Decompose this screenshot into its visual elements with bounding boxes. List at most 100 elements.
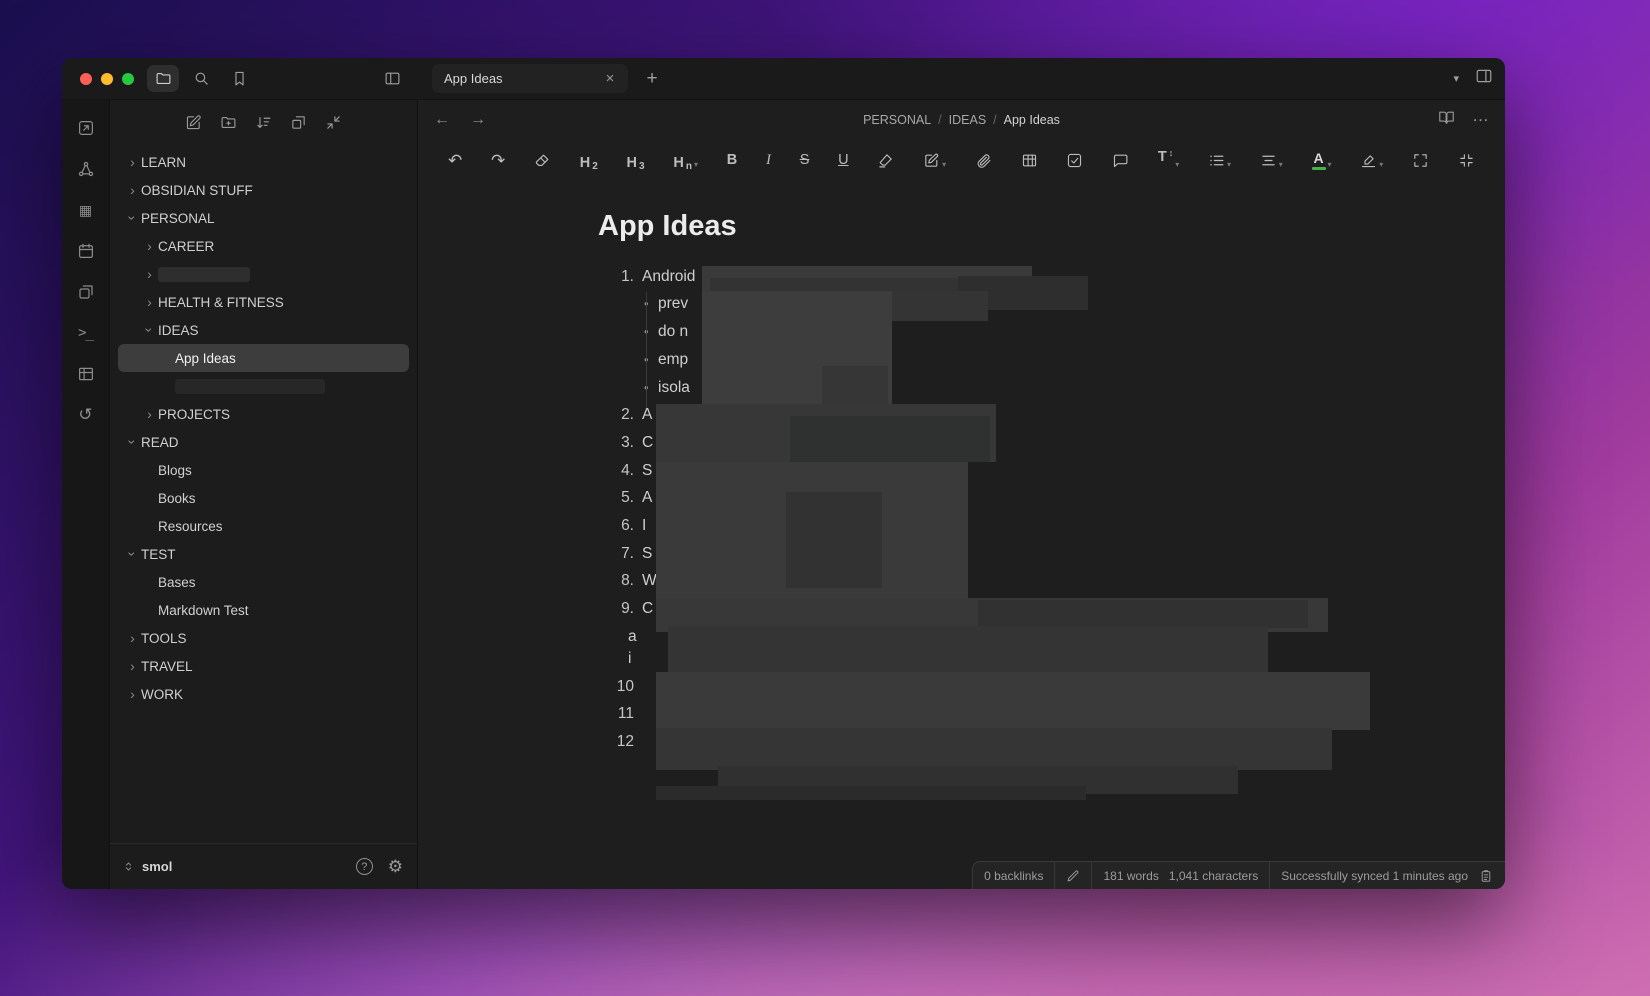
insert-table-icon[interactable] — [1021, 150, 1038, 170]
tree-file-app-ideas[interactable]: App Ideas — [118, 344, 409, 372]
tree-folder-learn[interactable]: ›LEARN — [118, 148, 409, 176]
tree-folder-personal[interactable]: ›PERSONAL — [118, 204, 409, 232]
tree-file-blogs[interactable]: Blogs — [118, 456, 409, 484]
sync-status: Successfully synced 1 minutes ago — [1270, 862, 1479, 889]
tab-close-icon[interactable]: × — [601, 70, 619, 87]
maximize-icon[interactable] — [1412, 150, 1429, 170]
highlighter-icon[interactable] — [877, 150, 894, 170]
new-tab-button[interactable]: + — [640, 68, 664, 90]
bookmarks-tab-button[interactable] — [223, 65, 255, 92]
caret-down-icon: ▾ — [1227, 161, 1231, 169]
vault-name: smol — [142, 859, 172, 874]
editor-pane: ← → PERSONAL/IDEAS/App Ideas … ↶ ↷ — [418, 100, 1505, 889]
search-tab-button[interactable] — [185, 65, 217, 92]
tree-folder-ideas[interactable]: ›IDEAS — [118, 316, 409, 344]
editor-header: ← → PERSONAL/IDEAS/App Ideas … — [418, 100, 1505, 140]
tree-folder-redacted[interactable]: › — [118, 260, 409, 288]
tree-folder-career[interactable]: ›CAREER — [118, 232, 409, 260]
tree-folder-travel[interactable]: ›TRAVEL — [118, 652, 409, 680]
toggle-left-sidebar-button[interactable] — [376, 65, 408, 92]
tree-file-books[interactable]: Books — [118, 484, 409, 512]
settings-gear-icon[interactable]: ⚙ — [388, 857, 403, 877]
attachment-icon[interactable] — [975, 150, 992, 170]
font-color-swatch — [1312, 167, 1326, 170]
backlinks-count[interactable]: 0 backlinks — [973, 862, 1054, 889]
card-layout-icon[interactable] — [290, 113, 308, 131]
insert-template-icon[interactable]: ▾ — [923, 150, 946, 170]
breadcrumb-personal[interactable]: PERSONAL — [863, 113, 931, 127]
chevron-right-icon: › — [124, 183, 141, 197]
chevron-right-icon: › — [141, 267, 158, 281]
heading-picker-button[interactable]: Hn▾ — [673, 150, 698, 170]
forward-icon[interactable]: → — [470, 111, 486, 129]
app-body: ▦ >_ ↺ — [62, 100, 1505, 889]
bullet-list-icon[interactable]: ▾ — [1208, 150, 1231, 170]
tree-file-markdown-test[interactable]: Markdown Test — [118, 596, 409, 624]
canvas-icon[interactable]: ▦ — [76, 200, 96, 220]
tree-folder-tools[interactable]: ›TOOLS — [118, 624, 409, 652]
tab-list-chevron-icon[interactable]: ▾ — [1453, 72, 1459, 85]
history-icon[interactable]: ↺ — [76, 405, 96, 425]
sort-icon[interactable] — [255, 113, 273, 131]
font-color-icon[interactable]: A ▾ — [1312, 150, 1332, 170]
graph-view-icon[interactable] — [76, 159, 96, 179]
quick-switcher-icon[interactable] — [76, 118, 96, 138]
help-icon[interactable]: ? — [356, 858, 373, 875]
sync-history-icon[interactable] — [1479, 862, 1495, 889]
tab-app-ideas[interactable]: App Ideas × — [432, 64, 628, 93]
reading-view-button[interactable] — [1438, 109, 1455, 131]
file-explorer-tab-button[interactable] — [147, 65, 179, 92]
left-ribbon: ▦ >_ ↺ — [62, 100, 110, 889]
tree-folder-read[interactable]: ›READ — [118, 428, 409, 456]
redo-icon[interactable]: ↷ — [491, 150, 505, 170]
bold-icon[interactable]: B — [727, 150, 737, 170]
word-count: 181 words — [1103, 869, 1158, 883]
checkbox-icon[interactable] — [1066, 150, 1083, 170]
clear-formatting-icon[interactable] — [534, 150, 551, 170]
underline-icon[interactable]: U — [838, 150, 848, 170]
titlebar-left — [62, 58, 418, 99]
minimize-icon[interactable] — [1458, 150, 1475, 170]
comment-icon[interactable] — [1112, 150, 1129, 170]
toggle-right-sidebar-button[interactable] — [1475, 67, 1493, 90]
terminal-icon[interactable]: >_ — [76, 323, 96, 343]
note-content[interactable]: App Ideas 1.Android •prev •do n •emp •is… — [418, 180, 1505, 889]
breadcrumb-ideas[interactable]: IDEAS — [949, 113, 987, 127]
highlight-color-icon[interactable]: ▾ — [1360, 150, 1383, 170]
zoom-window-button[interactable] — [122, 73, 134, 85]
tree-folder-test[interactable]: ›TEST — [118, 540, 409, 568]
undo-icon[interactable]: ↶ — [448, 150, 462, 170]
redacted-label — [175, 379, 325, 394]
heading-3-button[interactable]: H3 — [627, 150, 645, 170]
italic-icon[interactable]: I — [766, 150, 771, 170]
vault-switcher[interactable]: smol ? ⚙ — [110, 843, 417, 889]
daily-note-calendar-icon[interactable] — [76, 241, 96, 261]
list-item: 12 — [600, 733, 642, 755]
tree-folder-health-fitness[interactable]: ›HEALTH & FITNESS — [118, 288, 409, 316]
list-item: 3.C — [600, 434, 653, 456]
tree-folder-projects[interactable]: ›PROJECTS — [118, 400, 409, 428]
card-explorer-icon[interactable] — [76, 282, 96, 302]
tree-file-bases[interactable]: Bases — [118, 568, 409, 596]
text-size-icon[interactable]: T↕▾ — [1158, 150, 1179, 170]
formatting-toolbar: ↶ ↷ H2 H3 Hn▾ B I S U ▾ — [418, 140, 1505, 180]
new-note-icon[interactable] — [185, 113, 203, 131]
redacted-block — [656, 728, 1332, 770]
folder-label: HEALTH & FITNESS — [158, 295, 284, 310]
edit-mode-button[interactable] — [1055, 862, 1091, 889]
back-icon[interactable]: ← — [434, 111, 450, 129]
tree-folder-work[interactable]: ›WORK — [118, 680, 409, 708]
tree-file-resources[interactable]: Resources — [118, 512, 409, 540]
new-folder-icon[interactable] — [220, 113, 238, 131]
close-window-button[interactable] — [80, 73, 92, 85]
tree-folder-obsidian-stuff[interactable]: ›OBSIDIAN STUFF — [118, 176, 409, 204]
table-view-icon[interactable] — [76, 364, 96, 384]
align-icon[interactable]: ▾ — [1260, 150, 1283, 170]
minimize-window-button[interactable] — [101, 73, 113, 85]
folder-label: CAREER — [158, 239, 214, 254]
tree-file-redacted[interactable] — [118, 372, 409, 400]
list-subline: a — [628, 628, 637, 650]
strikethrough-icon[interactable]: S — [800, 150, 810, 170]
heading-2-button[interactable]: H2 — [580, 150, 598, 170]
collapse-all-icon[interactable] — [325, 113, 343, 131]
